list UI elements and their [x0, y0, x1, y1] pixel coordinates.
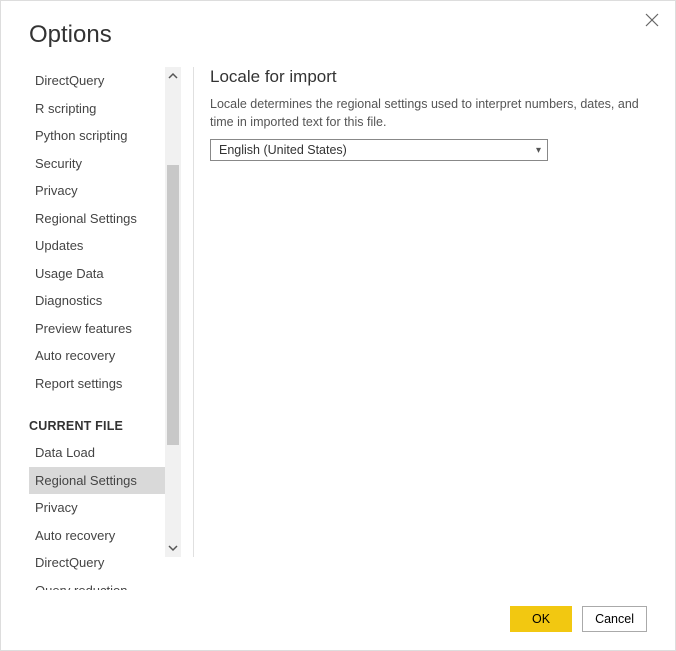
close-icon[interactable] [645, 13, 661, 29]
sidebar-item-report-settings[interactable]: Report settings [29, 370, 165, 398]
sidebar-scrollbar[interactable] [165, 67, 181, 557]
sidebar-item-usage-data[interactable]: Usage Data [29, 260, 165, 288]
content-heading: Locale for import [210, 67, 665, 87]
sidebar-item-directquery[interactable]: DirectQuery [29, 67, 165, 95]
dialog-footer: OK Cancel [11, 590, 665, 650]
scroll-thumb[interactable] [167, 165, 179, 445]
sidebar-item-updates[interactable]: Updates [29, 232, 165, 260]
scroll-track[interactable] [165, 85, 181, 539]
sidebar: DirectQuery R scripting Python scripting… [29, 67, 181, 590]
sidebar-section-current-file: CURRENT FILE [29, 397, 165, 439]
sidebar-item-file-query-reduction[interactable]: Query reduction [29, 577, 165, 591]
sidebar-item-regional-settings[interactable]: Regional Settings [29, 205, 165, 233]
sidebar-item-file-auto-recovery[interactable]: Auto recovery [29, 522, 165, 550]
ok-button[interactable]: OK [510, 606, 572, 632]
scroll-up-icon[interactable] [165, 67, 181, 85]
options-dialog: Options DirectQuery R scripting Python s… [1, 1, 675, 650]
sidebar-item-r-scripting[interactable]: R scripting [29, 95, 165, 123]
locale-dropdown-value: English (United States) [219, 143, 347, 157]
content-pane: Locale for import Locale determines the … [210, 67, 665, 590]
scroll-down-icon[interactable] [165, 539, 181, 557]
cancel-button[interactable]: Cancel [582, 606, 647, 632]
locale-dropdown[interactable]: English (United States) ▾ [210, 139, 548, 161]
chevron-down-icon: ▾ [536, 145, 541, 156]
sidebar-item-file-directquery[interactable]: DirectQuery [29, 549, 165, 577]
sidebar-list: DirectQuery R scripting Python scripting… [29, 67, 165, 590]
content-description: Locale determines the regional settings … [210, 95, 640, 131]
sidebar-item-privacy[interactable]: Privacy [29, 177, 165, 205]
dialog-title: Options [29, 21, 665, 49]
sidebar-item-file-data-load[interactable]: Data Load [29, 439, 165, 467]
vertical-divider [193, 67, 194, 557]
dialog-body: DirectQuery R scripting Python scripting… [29, 67, 665, 590]
sidebar-item-file-regional-settings[interactable]: Regional Settings [29, 467, 165, 495]
sidebar-item-auto-recovery[interactable]: Auto recovery [29, 342, 165, 370]
sidebar-item-python-scripting[interactable]: Python scripting [29, 122, 165, 150]
sidebar-item-diagnostics[interactable]: Diagnostics [29, 287, 165, 315]
sidebar-item-security[interactable]: Security [29, 150, 165, 178]
sidebar-item-file-privacy[interactable]: Privacy [29, 494, 165, 522]
sidebar-item-preview-features[interactable]: Preview features [29, 315, 165, 343]
